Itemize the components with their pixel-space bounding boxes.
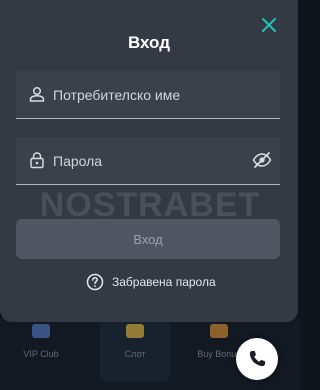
username-input[interactable]: [53, 84, 253, 106]
eye-off-icon[interactable]: [252, 151, 272, 169]
background-nav-label: VIP Club: [23, 349, 59, 359]
user-icon: [29, 86, 45, 102]
help-icon: [86, 273, 104, 291]
vip-icon: [32, 324, 50, 338]
background-nav-label: Слот: [124, 349, 146, 359]
lock-icon: [30, 152, 44, 169]
modal-title: Вход: [127, 33, 171, 52]
call-support-button[interactable]: [236, 338, 278, 380]
bonus-icon: [210, 324, 228, 338]
password-field[interactable]: [16, 137, 280, 185]
slot-icon: [126, 324, 144, 338]
forgot-password-label: Забравена парола: [112, 275, 216, 289]
login-modal: Вход NOSTRABET Вход Забравена парола: [0, 0, 298, 322]
phone-icon: [249, 351, 265, 367]
background-nav-item-slot: Слот: [100, 318, 170, 382]
login-submit-button[interactable]: Вход: [16, 219, 280, 259]
forgot-password-link[interactable]: Забравена парола: [86, 272, 216, 292]
username-field[interactable]: [16, 71, 280, 119]
background-nav-item-vip: VIP Club: [6, 318, 76, 382]
password-input[interactable]: [53, 150, 253, 172]
